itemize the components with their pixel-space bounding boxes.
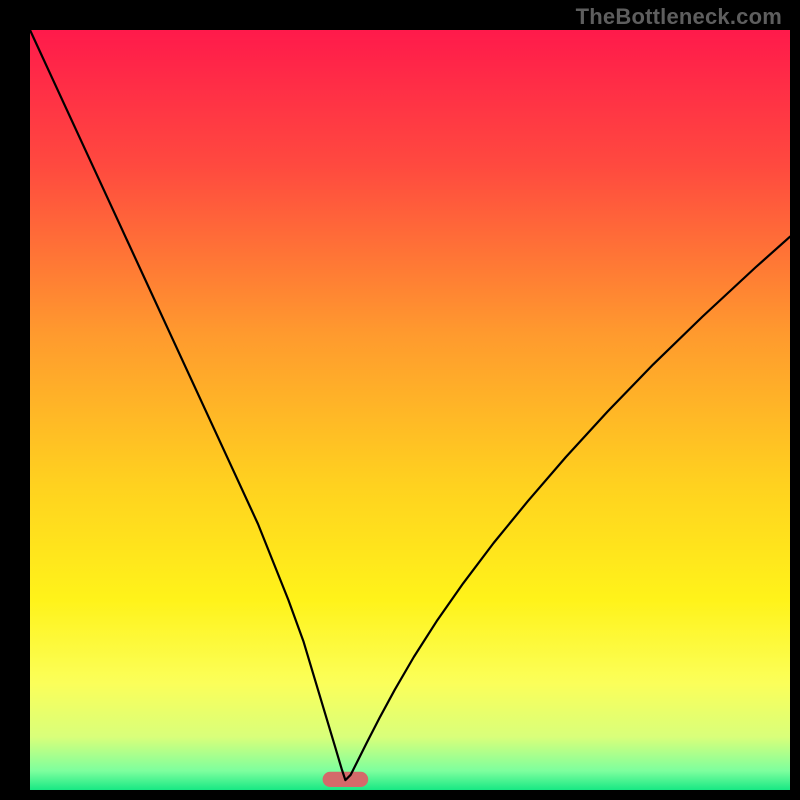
bottleneck-chart: [0, 0, 800, 800]
chart-background: [30, 30, 790, 790]
chart-container: TheBottleneck.com: [0, 0, 800, 800]
watermark-label: TheBottleneck.com: [576, 4, 782, 30]
